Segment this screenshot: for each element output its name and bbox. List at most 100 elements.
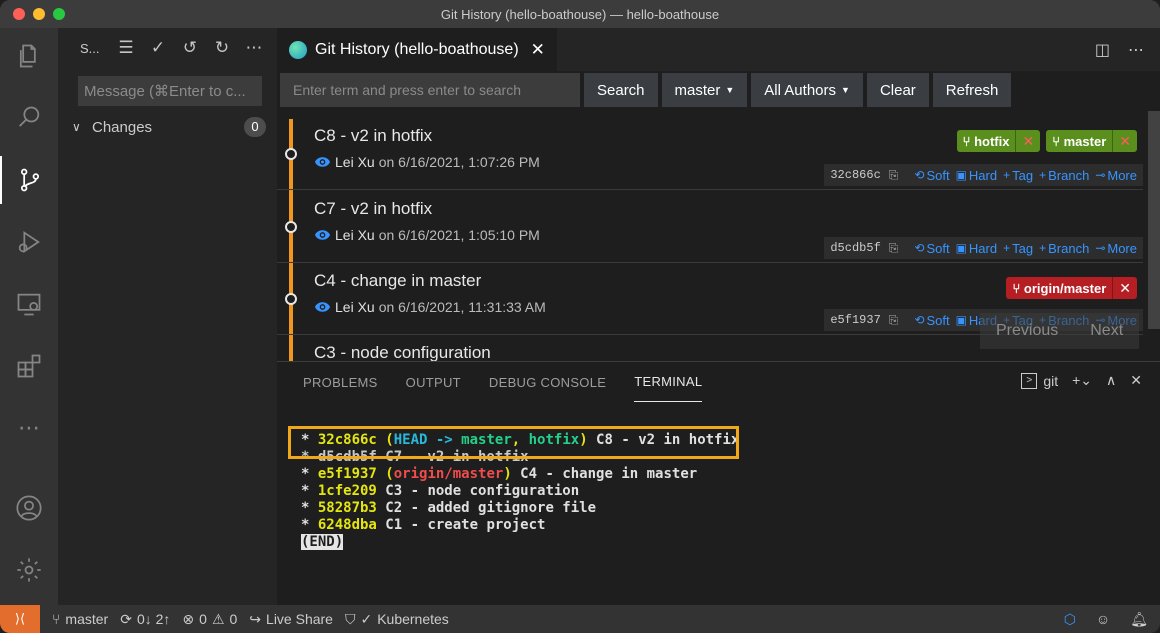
more-views-icon[interactable]: ⋯ [0, 404, 58, 452]
action-label: Tag [1012, 167, 1034, 183]
commit-author[interactable]: Lei Xu [335, 299, 375, 315]
minimize-window-button[interactable] [33, 8, 45, 20]
maximize-window-button[interactable] [53, 8, 65, 20]
soft-reset-icon: ⟲ [914, 241, 925, 255]
eye-icon[interactable] [314, 301, 331, 313]
more-button[interactable]: ⊸More [1095, 168, 1137, 183]
tab-terminal[interactable]: TERMINAL [634, 362, 703, 402]
panel-actions: > git +⌄ ∧ ✕ [1021, 372, 1142, 389]
feedback-icon[interactable]: ☺ [1096, 611, 1110, 627]
remove-branch-icon[interactable]: ✕ [1112, 130, 1137, 152]
accounts-icon[interactable] [0, 484, 58, 532]
terminal-select[interactable]: > git [1021, 372, 1058, 389]
action-label: More [1107, 240, 1137, 256]
hard-reset-button[interactable]: ▣Hard [956, 168, 998, 183]
copy-icon[interactable]: ⎘ [889, 313, 899, 328]
tab-output[interactable]: OUTPUT [406, 362, 461, 402]
previous-page-button[interactable]: Previous [980, 313, 1074, 349]
more-button[interactable]: ⊸More [1095, 241, 1137, 256]
close-window-button[interactable] [13, 8, 25, 20]
commit-row[interactable]: C8 - v2 in hotfix Lei Xu on 6/16/2021, 1… [277, 118, 1143, 190]
add-tag-button[interactable]: +Tag [1003, 241, 1033, 256]
remote-indicator-icon[interactable]: ⟩⟨ [0, 605, 40, 633]
add-branch-button[interactable]: +Branch [1039, 168, 1089, 183]
commit-author[interactable]: Lei Xu [335, 227, 375, 243]
sidebar-toolbar: ☰ ✓ ↺ ↻ ⋯ [116, 38, 264, 58]
commit-title: C7 - v2 in hotfix [314, 199, 433, 218]
extensions-icon[interactable] [0, 342, 58, 390]
search-input[interactable] [280, 73, 580, 107]
close-panel-icon[interactable]: ✕ [1130, 372, 1142, 389]
branch-status[interactable]: ⑂ master [52, 611, 108, 627]
scrollbar-thumb[interactable] [1148, 111, 1160, 329]
eye-icon[interactable] [314, 229, 331, 241]
commit-hash: 58287b3 [317, 500, 377, 516]
tab-debug-console[interactable]: DEBUG CONSOLE [489, 362, 606, 402]
editor-actions: ◫ ⋯ [1095, 28, 1144, 71]
commit-date: 6/16/2021, 1:05:10 PM [398, 227, 540, 243]
close-icon[interactable]: ✕ [531, 40, 545, 60]
more-actions-icon[interactable]: ⋯ [1128, 40, 1144, 60]
error-count: 0 [199, 611, 207, 627]
branch-badge-master[interactable]: ⑂ master ✕ [1046, 130, 1137, 152]
branch-badge-origin-master[interactable]: ⑂ origin/master ✕ [1006, 277, 1137, 299]
refresh-button[interactable]: Refresh [932, 73, 1012, 107]
copy-icon[interactable]: ⎘ [889, 241, 899, 256]
explorer-icon[interactable] [0, 32, 58, 80]
refresh-icon[interactable]: ↻ [212, 38, 232, 58]
search-button[interactable]: Search [584, 73, 658, 107]
commit-message: C4 - change in master [511, 466, 698, 482]
graph-star: * [301, 500, 318, 516]
split-editor-icon[interactable]: ◫ [1095, 40, 1110, 60]
notifications-bell-icon[interactable]: 🔔︎ [1130, 611, 1148, 628]
clear-button[interactable]: Clear [866, 73, 929, 107]
soft-reset-button[interactable]: ⟲ Soft [914, 168, 949, 183]
vscode-window: Git History (hello-boathouse) — hello-bo… [0, 0, 1160, 633]
action-label: Soft [926, 167, 950, 183]
problems-status[interactable]: ⊗ 0 ⚠ 0 [182, 611, 237, 628]
commit-hash[interactable]: 32c866c [830, 168, 880, 182]
changes-group[interactable]: ∨ Changes 0 [72, 116, 266, 138]
remote-explorer-icon[interactable] [0, 280, 58, 328]
commit-hash[interactable]: e5f1937 [830, 313, 880, 327]
remove-branch-icon[interactable]: ✕ [1112, 277, 1137, 299]
source-control-icon[interactable] [0, 156, 58, 204]
author-select[interactable]: All Authors ▼ [751, 73, 863, 107]
kubernetes-cluster-icon[interactable]: ⬡ [1064, 611, 1076, 628]
view-as-tree-icon[interactable]: ☰ [116, 38, 136, 58]
branch-badge-hotfix[interactable]: ⑂ hotfix ✕ [956, 130, 1041, 152]
copy-icon[interactable]: ⎘ [889, 168, 899, 183]
search-icon[interactable] [0, 94, 58, 142]
action-label: Soft [926, 240, 950, 256]
live-share-status[interactable]: ↪ Live Share [249, 611, 333, 628]
new-terminal-plus-icon[interactable]: +⌄ [1072, 372, 1092, 389]
search-button-label: Search [597, 81, 645, 99]
soft-reset-button[interactable]: ⟲ Soft [914, 241, 949, 256]
next-page-button[interactable]: Next [1074, 313, 1139, 349]
commit-author[interactable]: Lei Xu [335, 154, 375, 170]
commit-message-input[interactable] [78, 76, 262, 106]
branch-select[interactable]: master ▼ [661, 73, 748, 107]
tab-problems[interactable]: PROBLEMS [303, 362, 378, 402]
more-actions-icon[interactable]: ⋯ [244, 38, 264, 58]
git-history-icon[interactable]: ↺ [180, 38, 200, 58]
maximize-panel-chevron-up-icon[interactable]: ∧ [1106, 372, 1116, 389]
commit-row[interactable]: C7 - v2 in hotfix Lei Xu on 6/16/2021, 1… [277, 191, 1143, 263]
settings-gear-icon[interactable] [0, 546, 58, 594]
run-debug-icon[interactable] [0, 218, 58, 266]
caret-down-icon: ▼ [841, 85, 850, 95]
eye-icon[interactable] [314, 156, 331, 168]
hard-reset-button[interactable]: ▣Hard [956, 241, 998, 256]
commit-hash[interactable]: d5cdb5f [830, 241, 880, 255]
branch-icon: ⑂ [1012, 280, 1024, 296]
add-tag-button[interactable]: +Tag [1003, 168, 1033, 183]
add-branch-button[interactable]: +Branch [1039, 241, 1089, 256]
kubernetes-status[interactable]: ⛉ ✓ Kubernetes [345, 611, 449, 628]
commit-check-icon[interactable]: ✓ [148, 38, 168, 58]
tab-git-history[interactable]: Git History (hello-boathouse) ✕ [277, 28, 557, 71]
source-control-sidebar: S... ☰ ✓ ↺ ↻ ⋯ ∨ Changes 0 [58, 28, 277, 605]
soft-reset-button[interactable]: ⟲ Soft [914, 313, 949, 328]
editor-tabs: Git History (hello-boathouse) ✕ ◫ ⋯ [277, 28, 1160, 71]
sync-status[interactable]: ⟳ 0↓ 2↑ [120, 611, 170, 628]
remove-branch-icon[interactable]: ✕ [1015, 130, 1041, 152]
